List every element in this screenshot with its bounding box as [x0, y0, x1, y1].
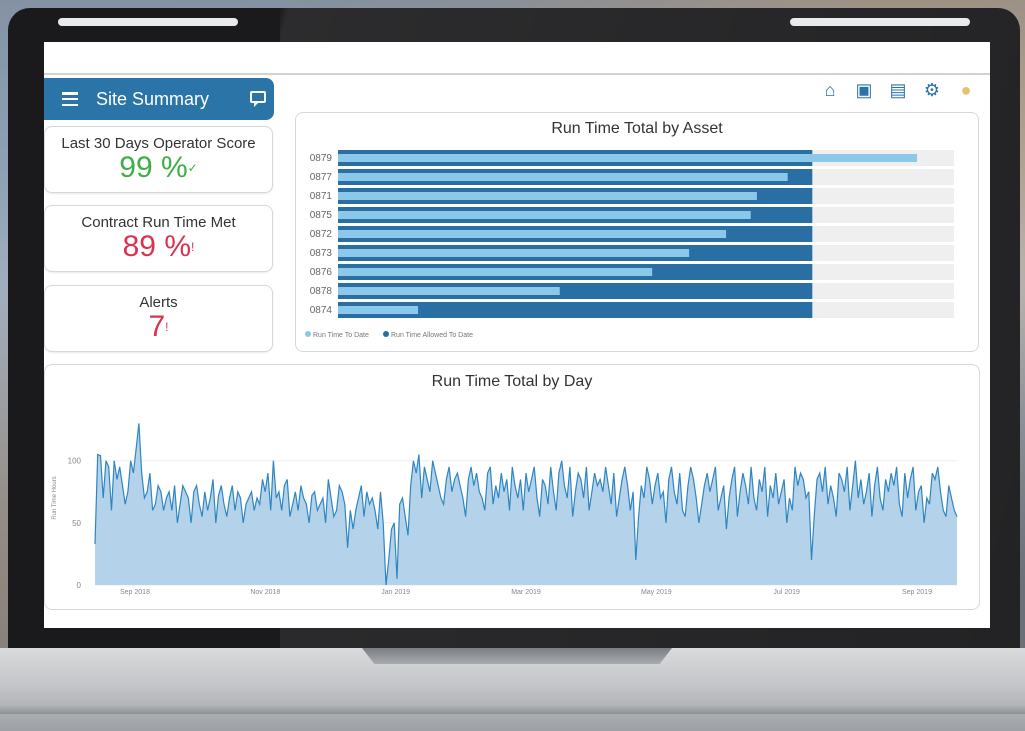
page-title: Site Summary	[96, 88, 210, 109]
card-value: 99 %✓	[45, 152, 272, 184]
card-value: 7!	[45, 311, 272, 343]
card-title: Last 30 Days Operator Score	[61, 135, 256, 152]
operator-score-card[interactable]: Last 30 Days Operator Score 99 %✓	[44, 126, 273, 193]
day-chart-panel: Run Time Total by Day 0 50 100 Run Time Hou…	[44, 364, 980, 610]
x-tick-label: Mar 2019	[511, 589, 541, 596]
menu-icon[interactable]	[62, 92, 78, 106]
card-title: Alerts	[139, 294, 178, 311]
asset-label: 0877	[310, 172, 333, 183]
comment-icon[interactable]	[250, 91, 266, 107]
card-value: 89 %!	[45, 231, 272, 263]
y-axis-label: Run Time Hours	[52, 476, 58, 519]
check-icon: ✓	[187, 161, 198, 175]
asset-label: 0879	[310, 153, 333, 164]
bar-run-time-to-date	[338, 287, 560, 295]
lightbulb-icon[interactable]: ●	[956, 80, 976, 100]
legend-swatch-allowed	[383, 331, 389, 337]
y-tick-label: 0	[77, 581, 82, 590]
operator-score-value: 99 %	[119, 151, 188, 184]
asset-label: 0871	[310, 191, 333, 202]
legend-swatch-to-date	[305, 331, 311, 337]
asset-label: 0873	[310, 248, 333, 259]
y-tick-label: 50	[72, 519, 81, 528]
bar-run-time-to-date	[338, 268, 653, 276]
asset-label: 0872	[310, 229, 333, 240]
home-icon[interactable]: ⌂	[820, 80, 840, 100]
x-tick-label: May 2019	[641, 589, 672, 596]
contract-run-time-card[interactable]: Contract Run Time Met 89 %!	[44, 205, 273, 272]
bar-run-time-to-date	[338, 306, 419, 314]
asset-chart-panel: Run Time Total by Asset 0879 0877 0871 0875…	[295, 112, 979, 352]
legend-label: Run Time Allowed To Date	[391, 332, 473, 339]
asset-label: 0875	[310, 210, 333, 221]
asset-label: 0878	[310, 286, 333, 297]
clipboard-icon[interactable]: ▤	[888, 80, 908, 100]
x-tick-label: Nov 2018	[250, 589, 280, 596]
alert-indicator-icon: !	[165, 320, 169, 334]
asset-label: 0876	[310, 267, 333, 278]
alert-indicator-icon: !	[191, 240, 195, 254]
laptop-notch	[362, 648, 672, 664]
toolbar: ⌂ ▣ ▤ ⚙ ●	[820, 80, 976, 100]
bar-run-time-to-date	[338, 173, 788, 181]
x-tick-label: Sep 2018	[120, 589, 150, 596]
top-divider	[44, 73, 990, 75]
alerts-card[interactable]: Alerts 7!	[44, 285, 273, 352]
bar-run-time-to-date	[338, 192, 757, 200]
day-area-chart: 0 50 100 Run Time Hours Sep 2018 Nov 2018 Jan …	[52, 423, 958, 596]
bar-run-time-to-date	[338, 211, 751, 219]
bezel-highlight-right	[790, 18, 970, 26]
report-icon[interactable]: ▣	[854, 80, 874, 100]
settings-icon[interactable]: ⚙	[922, 80, 942, 100]
laptop-base-edge	[0, 704, 1025, 714]
bar-run-time-to-date	[338, 230, 727, 238]
bar-run-time-to-date	[338, 249, 690, 257]
bar-run-time-to-date	[338, 154, 918, 162]
x-tick-label: Sep 2019	[902, 589, 932, 596]
x-tick-label: Jul 2019	[773, 589, 800, 596]
dashboard-screen: Site Summary ⌂ ▣ ▤ ⚙ ● Last 30 Days Oper…	[44, 42, 990, 628]
alerts-value: 7	[148, 310, 166, 343]
legend-label: Run Time To Date	[313, 332, 369, 339]
asset-bar-chart: 0879 0877 0871 0875 0872 0873 0876 0878 0874 Run …	[305, 150, 954, 339]
card-title: Contract Run Time Met	[81, 214, 236, 231]
bezel-highlight-left	[58, 18, 238, 26]
x-tick-label: Jan 2019	[381, 589, 410, 596]
y-tick-label: 100	[68, 457, 82, 466]
asset-label: 0874	[310, 305, 333, 316]
contract-run-time-value: 89 %	[122, 230, 192, 263]
site-summary-header[interactable]: Site Summary	[44, 78, 274, 120]
